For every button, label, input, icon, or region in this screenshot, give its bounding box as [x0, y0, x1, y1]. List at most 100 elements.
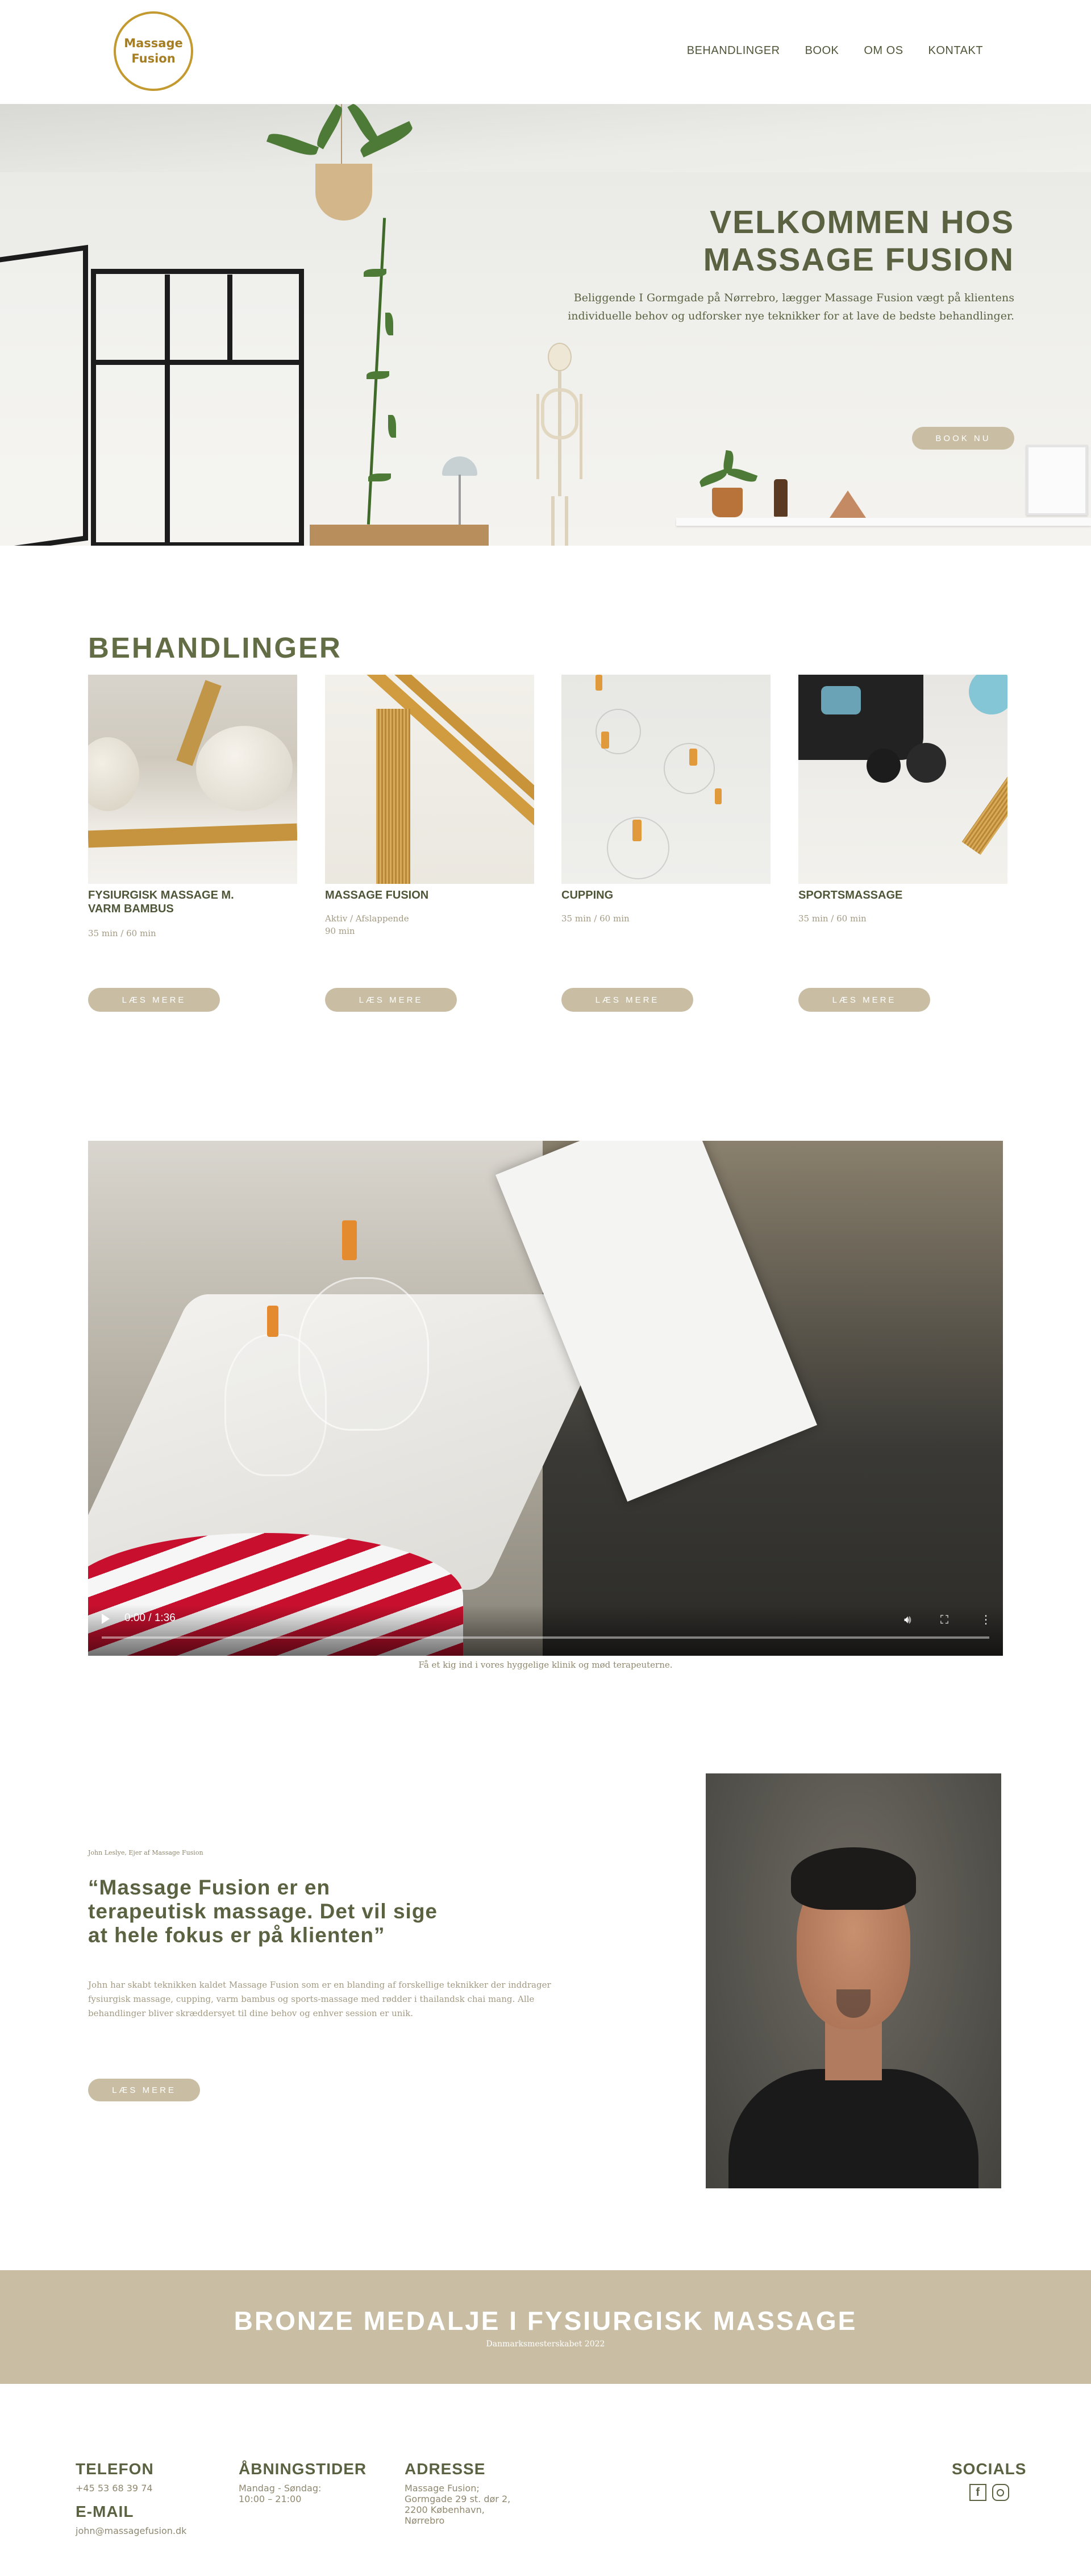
portrait-hair	[791, 1847, 916, 1910]
herbal-ball	[88, 737, 139, 811]
cup-valve	[632, 820, 642, 841]
bamboo-brush	[376, 709, 410, 884]
volume-icon[interactable]: 🔊︎	[904, 1614, 911, 1625]
hero-title-line1: VELKOMMEN HOS	[710, 204, 1014, 240]
hero-table	[310, 525, 489, 546]
bamboo-stick	[88, 823, 297, 848]
video-cup-valve	[267, 1306, 278, 1337]
footer-email-label: E-MAIL	[76, 2503, 134, 2520]
nav-kontakt[interactable]: KONTAKT	[928, 44, 983, 57]
cup-valve	[715, 788, 722, 804]
footer-socials-label: SOCIALS	[952, 2460, 1027, 2478]
treatment-image-cupping[interactable]	[561, 675, 771, 884]
treatments-title: BEHANDLINGER	[88, 631, 342, 664]
book-now-button[interactable]: BOOK NU	[912, 427, 1014, 450]
treatment-image-bamboo-massage[interactable]	[88, 675, 297, 884]
footer-address: ADRESSE Massage Fusion; Gormgade 29 st. …	[405, 2460, 510, 2526]
footer-address-line1: Massage Fusion;	[405, 2483, 480, 2494]
footer-telefon-value[interactable]: +45 53 68 39 74	[76, 2483, 186, 2494]
plant-leaf	[698, 468, 728, 488]
logo[interactable]: Massage Fusion	[114, 11, 193, 91]
footer-hours-line1: Mandag - Søndag:	[239, 2483, 322, 2494]
hero-bottle	[774, 479, 788, 517]
footer-socials: SOCIALS f	[952, 2460, 1026, 2501]
read-more-button-cupping[interactable]: LÆS MERE	[561, 988, 693, 1012]
blue-ball	[969, 675, 1007, 714]
video-cup	[224, 1334, 327, 1476]
treatment-card: CUPPING 35 min / 60 min	[561, 675, 771, 925]
hero-shelf	[676, 518, 1091, 526]
award-banner: BRONZE MEDALJE I FYSIURGISK MASSAGE Danm…	[0, 2270, 1091, 2384]
hero-plant-pot	[712, 488, 743, 517]
read-more-button-about[interactable]: LÆS MERE	[88, 2079, 200, 2101]
treatment-image-sportsmassage[interactable]	[798, 675, 1007, 884]
site-header: Massage Fusion BEHANDLINGER BOOK OM OS K…	[0, 0, 1091, 104]
testimonial-body: John har skabt teknikken kaldet Massage …	[88, 1980, 551, 2018]
vine-leaf	[368, 473, 391, 481]
video-cup-valve	[342, 1220, 357, 1260]
hero-ceiling	[0, 104, 1091, 172]
skeleton-arm	[536, 394, 539, 479]
plant-leaf	[727, 466, 758, 485]
hero-title: VELKOMMEN HOS MASSAGE FUSION	[703, 203, 1014, 279]
instagram-lens	[997, 2488, 1005, 2496]
logo-text-line2: Fusion	[131, 52, 176, 65]
footer-contact: TELEFON +45 53 68 39 74 E-MAIL john@mass…	[76, 2460, 186, 2536]
facebook-icon[interactable]: f	[969, 2484, 986, 2501]
massage-gun-body	[798, 675, 923, 760]
treatment-name: SPORTSMASSAGE	[798, 889, 903, 901]
read-more-button-fusion[interactable]: LÆS MERE	[325, 988, 457, 1012]
award-subtitle: Danmarksmesterskabet 2022	[486, 2340, 605, 2349]
nav-book[interactable]: BOOK	[805, 44, 839, 57]
cup-valve	[596, 675, 602, 691]
treatment-duration: 35 min / 60 min	[798, 913, 867, 924]
hero-title-line2: MASSAGE FUSION	[703, 242, 1014, 278]
portrait-shirt	[728, 2069, 978, 2188]
footer-address-label: ADRESSE	[405, 2460, 486, 2478]
hero-folding-screen-panel	[91, 269, 304, 546]
footer-telefon-label: TELEFON	[76, 2460, 154, 2478]
treatment-card: MASSAGE FUSION Aktiv / Afslappende 90 mi…	[325, 675, 534, 937]
more-options-icon[interactable]: ⋮	[980, 1614, 992, 1625]
hero-picture-frame	[1026, 445, 1088, 516]
treatment-image-massage-fusion[interactable]	[325, 675, 534, 884]
hero-screen-bar	[165, 275, 170, 546]
skeleton-arm	[580, 394, 582, 479]
treatment-card: SPORTSMASSAGE 35 min / 60 min	[798, 675, 1007, 925]
read-more-button-sportsmassage[interactable]: LÆS MERE	[798, 988, 930, 1012]
hero-pyramid	[830, 491, 866, 518]
skeleton-leg	[565, 496, 568, 546]
main-nav: BEHANDLINGER BOOK OM OS KONTAKT	[687, 44, 983, 57]
nav-om-os[interactable]: OM OS	[864, 44, 903, 57]
cup-valve	[601, 732, 609, 749]
social-icons: f	[952, 2484, 1026, 2501]
footer-email-value[interactable]: john@massagefusion.dk	[76, 2525, 186, 2536]
award-title: BRONZE MEDALJE I FYSIURGISK MASSAGE	[234, 2306, 857, 2336]
treatment-name: FYSIURGISK MASSAGE M. VARM BAMBUS	[88, 889, 234, 915]
bamboo-brush	[961, 767, 1007, 855]
footer-hours-label: ÅBNINGSTIDER	[239, 2460, 367, 2478]
play-icon[interactable]	[102, 1614, 110, 1624]
hero-folding-screen	[0, 244, 88, 546]
video-time: 0:00 / 1:36	[124, 1612, 176, 1624]
hanging-plant-pot	[315, 164, 372, 221]
treatment-card: FYSIURGISK MASSAGE M. VARM BAMBUS 35 min…	[88, 675, 297, 940]
video-progress-bar[interactable]	[102, 1636, 989, 1639]
treatment-name: CUPPING	[561, 889, 614, 901]
fullscreen-icon[interactable]: ⛶	[940, 1614, 948, 1625]
video-player[interactable]: 0:00 / 1:36 🔊︎ ⛶ ⋮	[88, 1141, 1003, 1656]
hero-screen-bar	[227, 275, 232, 360]
footer-address-line4: Nørrebro	[405, 2515, 445, 2526]
vine-leaf	[385, 313, 393, 335]
nav-behandlinger[interactable]: BEHANDLINGER	[687, 44, 780, 57]
footer-address-line3: 2200 København,	[405, 2504, 485, 2515]
read-more-button-fysiurgisk[interactable]: LÆS MERE	[88, 988, 220, 1012]
skeleton-skull	[548, 343, 572, 371]
skeleton-ribs	[541, 388, 578, 439]
testimonial-author: John Leslye, Ejer af Massage Fusion	[88, 1849, 203, 1856]
massage-gun-accent	[821, 686, 861, 714]
treatment-name: MASSAGE FUSION	[325, 889, 429, 901]
instagram-icon[interactable]	[992, 2484, 1009, 2501]
testimonial-quote: “Massage Fusion er en terapeutisk massag…	[88, 1876, 438, 1947]
vine-leaf	[388, 415, 396, 438]
